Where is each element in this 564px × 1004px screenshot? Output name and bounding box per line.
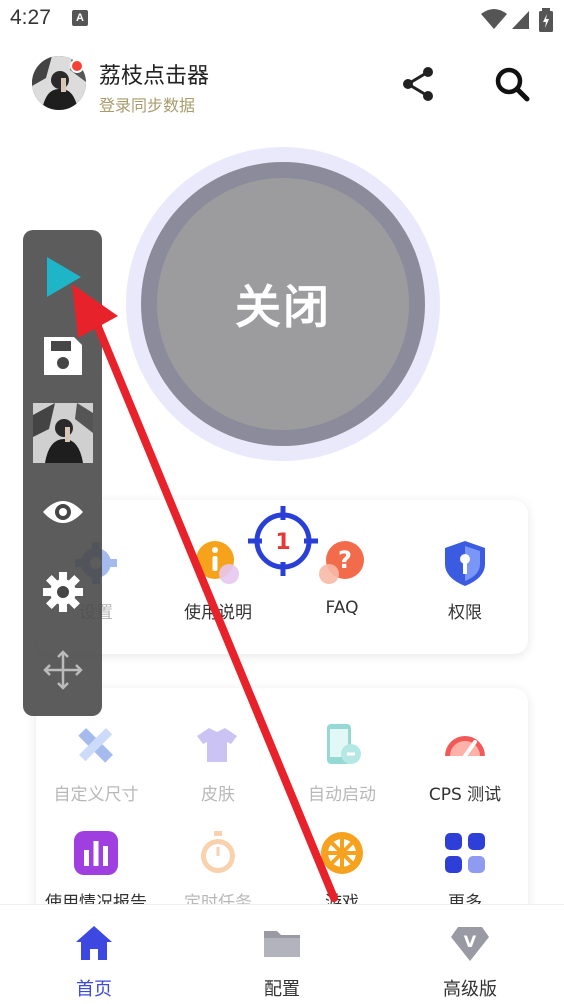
save-icon bbox=[43, 337, 82, 375]
skin-item[interactable]: 皮肤 bbox=[158, 718, 278, 805]
grid-icon bbox=[445, 833, 485, 873]
stopwatch-icon bbox=[201, 831, 235, 873]
speedometer-icon bbox=[445, 736, 485, 758]
home-icon bbox=[76, 926, 112, 960]
skin-label: 皮肤 bbox=[201, 785, 235, 805]
app-header: 荔枝点击器 登录同步数据 bbox=[0, 50, 564, 120]
eye-icon bbox=[42, 501, 83, 523]
instructions-label: 使用说明 bbox=[184, 603, 252, 623]
notification-dot bbox=[70, 59, 84, 73]
start-stop-button[interactable]: 关闭 bbox=[157, 178, 409, 430]
profile-thumbnail-button[interactable] bbox=[23, 403, 102, 463]
start-stop-label: 关闭 bbox=[235, 280, 331, 334]
tshirt-icon bbox=[197, 728, 237, 762]
floating-toolbar bbox=[23, 230, 102, 716]
move-icon bbox=[42, 650, 83, 690]
more-item[interactable]: 更多 bbox=[405, 826, 525, 913]
avatar-thumbnail bbox=[32, 403, 93, 463]
wifi-icon bbox=[481, 9, 507, 29]
usage-report-item[interactable]: 使用情况报告 bbox=[36, 826, 156, 913]
auto-start-label: 自动启动 bbox=[308, 785, 376, 805]
app-title: 荔枝点击器 bbox=[99, 64, 210, 89]
permissions-label: 权限 bbox=[448, 603, 482, 623]
status-time: 4:27 bbox=[10, 6, 51, 29]
status-bar: 4:27 A bbox=[0, 0, 564, 38]
toolbar-settings-button[interactable] bbox=[23, 570, 102, 614]
ruler-pencil-icon bbox=[78, 728, 113, 763]
question-icon: ? bbox=[319, 541, 364, 584]
features-card: 自定义尺寸 皮肤 自动启动 CPS 测试 使用情况报告 定时任务 游戏 更多 bbox=[36, 688, 528, 918]
nav-home[interactable]: 首页 bbox=[34, 905, 154, 1004]
faq-label: FAQ bbox=[325, 598, 359, 618]
svg-text:?: ? bbox=[338, 546, 352, 574]
svg-text:V: V bbox=[464, 932, 477, 951]
info-icon bbox=[196, 541, 239, 584]
signal-icon bbox=[512, 11, 529, 29]
nav-config-label: 配置 bbox=[264, 979, 300, 1000]
auto-start-item[interactable]: 自动启动 bbox=[282, 718, 402, 805]
save-button[interactable] bbox=[23, 334, 102, 378]
custom-size-label: 自定义尺寸 bbox=[53, 785, 139, 805]
custom-size-item[interactable]: 自定义尺寸 bbox=[36, 718, 156, 805]
game-item[interactable]: 游戏 bbox=[282, 826, 402, 913]
vip-diamond-icon: V bbox=[451, 927, 489, 961]
battery-icon bbox=[539, 8, 553, 32]
nav-config[interactable]: 配置 bbox=[222, 905, 342, 1004]
permissions-item[interactable]: 权限 bbox=[405, 536, 525, 623]
nav-premium[interactable]: V 高级版 bbox=[410, 905, 530, 1004]
play-icon bbox=[46, 257, 81, 297]
nav-premium-label: 高级版 bbox=[443, 979, 497, 1000]
scheduled-task-item[interactable]: 定时任务 bbox=[158, 826, 278, 913]
shield-key-icon bbox=[445, 541, 485, 586]
phone-link-icon bbox=[327, 724, 361, 764]
click-target-crosshair[interactable]: 1 bbox=[248, 506, 318, 576]
play-button[interactable] bbox=[23, 255, 102, 299]
folder-icon bbox=[264, 931, 300, 957]
bottom-navigation: 首页 配置 V 高级版 bbox=[0, 904, 564, 1004]
cps-test-label: CPS 测试 bbox=[428, 785, 502, 805]
target-number: 1 bbox=[275, 530, 290, 555]
cps-test-item[interactable]: CPS 测试 bbox=[405, 718, 525, 805]
visibility-toggle-button[interactable] bbox=[23, 496, 102, 528]
gear-icon bbox=[42, 572, 83, 612]
search-icon[interactable] bbox=[492, 64, 532, 104]
move-handle[interactable] bbox=[23, 648, 102, 692]
bar-chart-icon bbox=[74, 831, 118, 875]
sim-indicator-icon: A bbox=[72, 10, 88, 26]
wheel-icon bbox=[321, 832, 363, 874]
share-icon[interactable] bbox=[398, 64, 438, 104]
nav-home-label: 首页 bbox=[76, 979, 112, 1000]
login-sync-link[interactable]: 登录同步数据 bbox=[99, 92, 195, 116]
